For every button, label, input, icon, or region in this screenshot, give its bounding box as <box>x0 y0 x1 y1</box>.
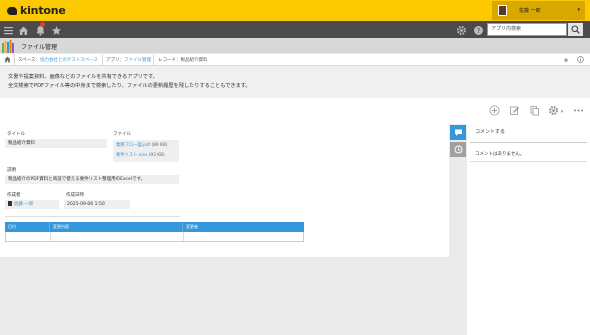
breadcrumb-app-prefix: アプリ： <box>106 58 124 63</box>
app-header <box>0 38 590 53</box>
file-name[interactable]: 業務フロー図.pdf <box>116 143 150 148</box>
breadcrumb-record-name: 製品紹介資料 <box>180 58 208 63</box>
column-header-change: 変更内容 <box>50 222 183 232</box>
svg-text:?: ? <box>477 27 481 35</box>
star-icon[interactable] <box>51 25 62 36</box>
avatar <box>498 5 507 16</box>
description-line-1: 文書や提案資料、画像などのファイルを共有できるアプリです。 <box>8 74 158 80</box>
more-options-button[interactable] <box>573 105 584 116</box>
avatar <box>8 201 12 206</box>
gear-icon <box>548 105 559 116</box>
record-toolbar: ▾ <box>0 98 590 124</box>
copy-icon <box>530 106 539 116</box>
comments-tab[interactable] <box>450 125 466 140</box>
edit-icon <box>510 106 519 115</box>
created-at-field-value: 2025-09-06 1:50 <box>64 200 130 209</box>
creator-field-value: 佐藤 一郎 <box>5 200 59 209</box>
info-icon[interactable] <box>577 56 584 65</box>
help-icon[interactable]: ? <box>473 25 484 36</box>
table-cell[interactable] <box>6 232 51 241</box>
description-line-2: 全文検索でPDFファイル等の中身まで検索したり、ファイルの更新履歴を残したりする… <box>8 83 251 89</box>
logo-text: kintone <box>20 4 66 17</box>
title-field-label: タイトル <box>7 132 25 137</box>
app-icon[interactable] <box>1 40 15 53</box>
description-field-label: 説明 <box>7 168 16 173</box>
history-tab[interactable] <box>450 142 466 157</box>
column-header-editor: 変更者 <box>186 224 198 229</box>
home-icon[interactable] <box>18 25 29 36</box>
notification-badge <box>40 22 45 27</box>
clock-icon <box>454 145 462 154</box>
settings-gear-icon[interactable] <box>456 25 467 36</box>
file-link[interactable]: 業務フロー図.pdf (89 KB) <box>116 142 167 148</box>
file-field-label: ファイル <box>113 132 131 137</box>
comment-input[interactable]: コメントする <box>475 128 505 135</box>
chevron-down-icon: ▾ <box>577 7 580 13</box>
user-menu[interactable]: 佐藤 一郎 ▾ <box>492 1 585 20</box>
table-cell[interactable] <box>184 232 303 241</box>
app-description: 文書や提案資料、画像などのファイルを共有できるアプリです。 全文検索でPDFファ… <box>0 66 590 98</box>
breadcrumb-divider <box>153 54 154 66</box>
title-field-value: 製品紹介資料 <box>5 139 107 148</box>
file-size: (93 KB) <box>148 153 165 158</box>
plus-icon <box>489 105 500 116</box>
duplicate-record-button[interactable] <box>529 105 540 116</box>
edit-record-button[interactable] <box>509 105 520 116</box>
breadcrumb-divider <box>14 54 15 66</box>
breadcrumb: スペース：協力会社とのゲストスペース アプリ：ファイル管理 レコード：製品紹介資… <box>0 54 590 66</box>
file-size: (89 KB) <box>151 143 168 148</box>
kintone-logo[interactable]: kintone <box>7 4 66 17</box>
breadcrumb-divider <box>102 54 103 66</box>
breadcrumb-record-prefix: レコード： <box>158 58 181 63</box>
file-link[interactable]: 要件リスト.xlsx (93 KB) <box>116 152 165 158</box>
table-header: 日付 変更内容 変更者 <box>5 222 304 232</box>
breadcrumb-app[interactable]: アプリ：ファイル管理 <box>106 57 151 63</box>
logo-mark-icon <box>7 6 17 15</box>
created-at-field-label: 作成日時 <box>66 193 84 198</box>
comment-icon <box>454 129 462 136</box>
chevron-down-icon[interactable]: ▾ <box>559 107 565 118</box>
table-row[interactable] <box>5 232 304 242</box>
record-settings-button[interactable] <box>548 105 559 116</box>
more-icon <box>574 109 583 112</box>
app-search-input[interactable]: アプリ内検索 <box>487 23 567 36</box>
section-divider <box>5 216 180 217</box>
history-table: 日付 変更内容 変更者 <box>5 222 304 242</box>
description-field-value: 製品紹介のPDF資料と商談で使える要件リスト整理用のExcelです。 <box>5 175 179 184</box>
no-comments-text: コメントはありません。 <box>475 152 525 157</box>
breadcrumb-space[interactable]: スペース：協力会社とのゲストスペース <box>18 57 98 63</box>
add-record-button[interactable] <box>489 105 500 116</box>
comment-divider <box>470 142 587 143</box>
creator-field-label: 作成者 <box>7 193 21 198</box>
breadcrumb-app-link[interactable]: ファイル管理 <box>124 58 151 63</box>
star-icon[interactable] <box>563 57 569 65</box>
search-placeholder: アプリ内検索 <box>491 26 522 32</box>
menu-icon[interactable] <box>3 25 14 36</box>
creator-link[interactable]: 佐藤 一郎 <box>14 202 33 207</box>
column-header-date: 日付 <box>5 222 50 232</box>
breadcrumb-space-prefix: スペース： <box>18 58 40 63</box>
app-title: ファイル管理 <box>21 44 58 51</box>
search-button[interactable] <box>568 23 583 36</box>
breadcrumb-record: レコード：製品紹介資料 <box>158 57 208 63</box>
file-name[interactable]: 要件リスト.xlsx <box>116 153 147 158</box>
user-name: 佐藤 一郎 <box>519 8 541 14</box>
home-icon[interactable] <box>4 56 11 65</box>
breadcrumb-space-link[interactable]: 協力会社とのゲストスペース <box>40 58 98 63</box>
comment-divider <box>470 161 587 162</box>
table-cell[interactable] <box>51 232 184 241</box>
search-icon <box>571 25 580 34</box>
